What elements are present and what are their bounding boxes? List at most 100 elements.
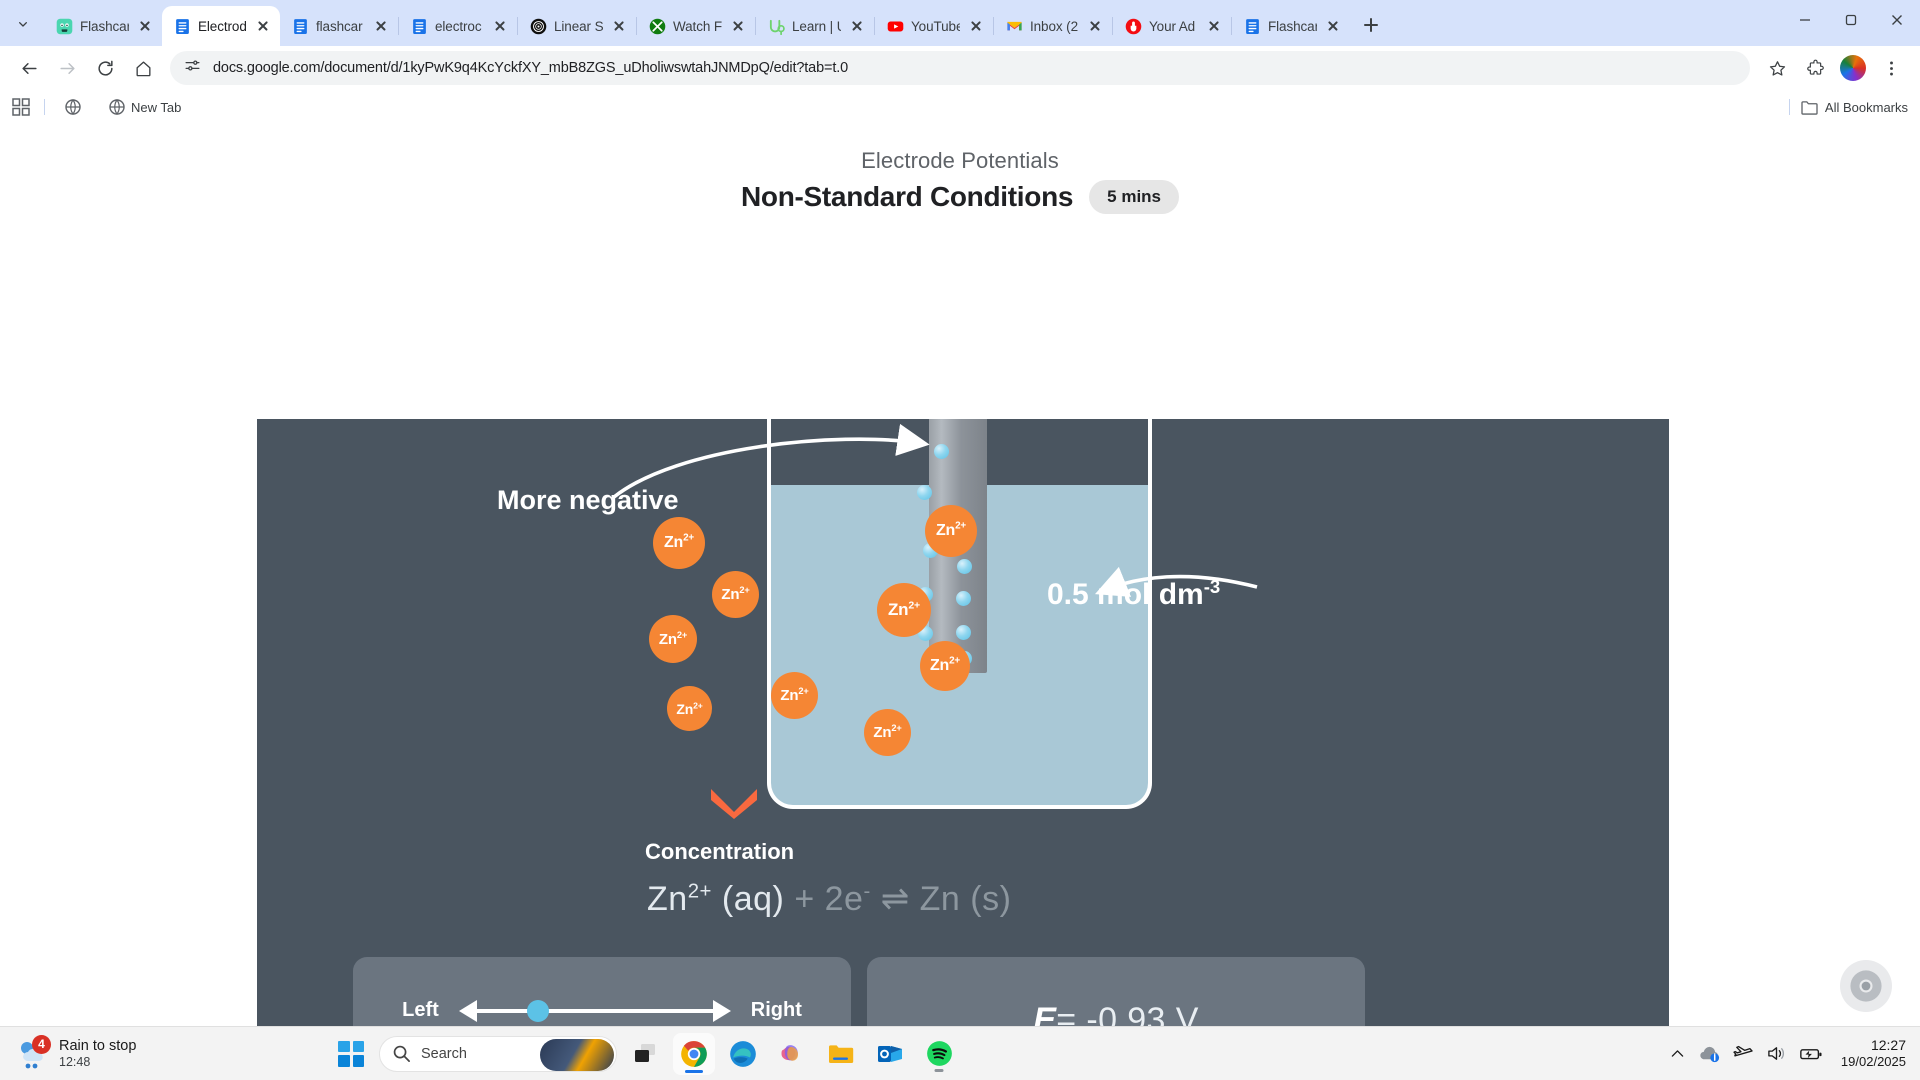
tab-close-icon[interactable] <box>491 17 509 35</box>
home-icon <box>135 60 151 76</box>
address-bar[interactable]: docs.google.com/document/d/1kyPwK9q4KcYc… <box>170 51 1750 85</box>
tab-electrode-potentials-active[interactable]: Electrod <box>162 6 280 46</box>
zinc-ion: Zn2+ <box>864 709 911 756</box>
chevron-up-icon <box>1671 1050 1684 1057</box>
home-button[interactable] <box>126 51 160 85</box>
tab-close-icon[interactable] <box>1324 17 1342 35</box>
globe-icon <box>65 99 81 115</box>
tab-electrochemistry[interactable]: electroc <box>399 6 517 46</box>
chevron-down-icon <box>18 21 27 27</box>
battery-button[interactable] <box>1799 1046 1823 1062</box>
zinc-ion: Zn2+ <box>667 686 712 731</box>
tab-youtube[interactable]: YouTube <box>875 6 993 46</box>
taskbar-search[interactable]: Search <box>379 1035 617 1072</box>
taskbar-app-spotify[interactable] <box>918 1033 960 1075</box>
bookmark-star-button[interactable] <box>1760 51 1794 85</box>
bookmark-item-new-tab[interactable]: New Tab <box>103 96 187 118</box>
tab-close-icon[interactable] <box>848 17 866 35</box>
tab-search-button[interactable] <box>6 7 40 41</box>
maximize-button[interactable] <box>1828 0 1874 40</box>
maximize-icon <box>1845 14 1857 26</box>
molarity-exponent: -3 <box>1203 576 1221 597</box>
tab-gmail-inbox[interactable]: Inbox (2 <box>994 6 1112 46</box>
slider-track-bar <box>474 1008 715 1013</box>
chrome-browser-window: Flashcar Electrod flashcar electroc Line… <box>0 0 1920 1026</box>
all-bookmarks-button[interactable]: All Bookmarks <box>1785 99 1908 115</box>
tab-up-learn[interactable]: Learn | U <box>756 6 874 46</box>
outlook-icon <box>878 1045 902 1062</box>
google-docs-icon <box>413 18 426 34</box>
window-controls <box>1782 0 1920 46</box>
tab-adblock[interactable]: Your Ad <box>1113 6 1231 46</box>
extensions-button[interactable] <box>1798 51 1832 85</box>
tab-close-icon[interactable] <box>1205 17 1223 35</box>
close-window-button[interactable] <box>1874 0 1920 40</box>
slider-knob[interactable] <box>527 999 550 1022</box>
zinc-ion: Zn2+ <box>877 583 931 637</box>
electron <box>917 485 932 500</box>
tab-list: Flashcar Electrod flashcar electroc Line… <box>44 0 1782 46</box>
tab-close-icon[interactable] <box>136 17 154 35</box>
tab-close-icon[interactable] <box>610 17 628 35</box>
bookmark-label: New Tab <box>131 99 182 115</box>
airplane-mode-button[interactable] <box>1733 1044 1754 1063</box>
tab-label: YouTube <box>911 18 960 34</box>
taskbar-app-outlook[interactable] <box>869 1033 911 1075</box>
equation-left-charge: 2+ <box>687 880 712 903</box>
slide-eyebrow: Electrode Potentials <box>861 148 1059 173</box>
minimize-button[interactable] <box>1782 0 1828 40</box>
chrome-menu-button[interactable] <box>1874 51 1908 85</box>
tab-watch-f[interactable]: Watch F <box>637 6 755 46</box>
minimize-icon <box>1800 19 1810 21</box>
windows-taskbar: 4 Rain to stop 12:48 Search 12:27 19/02/… <box>0 1026 1920 1080</box>
google-docs-icon <box>1246 18 1259 34</box>
taskbar-app-edge[interactable] <box>722 1033 764 1075</box>
taskbar-clock[interactable]: 12:27 19/02/2025 <box>1835 1037 1906 1071</box>
taskbar-app-copilot[interactable] <box>771 1033 813 1075</box>
site-settings-icon[interactable] <box>184 57 201 79</box>
tab-flashcards-3[interactable]: Flashcar <box>1232 6 1350 46</box>
task-view-button[interactable] <box>624 1033 666 1075</box>
equation-equilibrium-arrow: ⇌ <box>880 880 910 918</box>
down-chevron-icon <box>711 789 757 819</box>
tab-close-icon[interactable] <box>254 17 272 35</box>
electrode-potential-card: E= -0.93 V <box>867 957 1365 1026</box>
volume-button[interactable] <box>1766 1044 1787 1063</box>
tab-flashcards-1[interactable]: Flashcar <box>44 6 162 46</box>
onedrive-button[interactable] <box>1698 1044 1721 1063</box>
reload-icon <box>97 60 113 76</box>
tab-flashcards-2[interactable]: flashcar <box>280 6 398 46</box>
new-tab-button[interactable] <box>1356 10 1386 40</box>
weather-widget[interactable]: 4 Rain to stop 12:48 <box>0 1034 330 1071</box>
back-button[interactable] <box>12 51 46 85</box>
globe-icon <box>109 99 125 115</box>
show-hidden-icons-button[interactable] <box>1669 1045 1686 1062</box>
taskbar-app-file-explorer[interactable] <box>820 1033 862 1075</box>
tab-close-icon[interactable] <box>1086 17 1104 35</box>
chatgpt-icon <box>530 18 547 34</box>
slider-right-label: Right <box>750 999 802 1021</box>
bookmark-item-0[interactable] <box>59 96 93 118</box>
equilibrium-slider[interactable] <box>458 999 731 1022</box>
speaker-icon <box>1768 1047 1784 1060</box>
tab-label: Your Ad <box>1149 18 1196 34</box>
electron <box>956 625 971 640</box>
chrome-profile-overlay-icon[interactable] <box>1840 960 1892 1012</box>
apps-grid-icon[interactable] <box>12 98 30 116</box>
tab-close-icon[interactable] <box>729 17 747 35</box>
forward-button[interactable] <box>50 51 84 85</box>
notification-badge: 4 <box>32 1034 51 1054</box>
molarity-label: 0.5 mol dm-3 <box>1047 576 1221 612</box>
tab-close-icon[interactable] <box>372 17 390 35</box>
tab-label: Linear S <box>554 18 603 34</box>
search-placeholder: Search <box>421 1045 467 1062</box>
tab-close-icon[interactable] <box>967 17 985 35</box>
profile-button[interactable] <box>1836 51 1870 85</box>
gmail-icon <box>1007 21 1022 30</box>
reload-button[interactable] <box>88 51 122 85</box>
start-button[interactable] <box>330 1033 372 1075</box>
slider-arrow-right-icon <box>712 999 731 1022</box>
taskbar-app-chrome[interactable] <box>673 1032 715 1075</box>
slide-title: Non-Standard Conditions <box>740 181 1074 212</box>
tab-chatgpt[interactable]: Linear S <box>518 6 636 46</box>
